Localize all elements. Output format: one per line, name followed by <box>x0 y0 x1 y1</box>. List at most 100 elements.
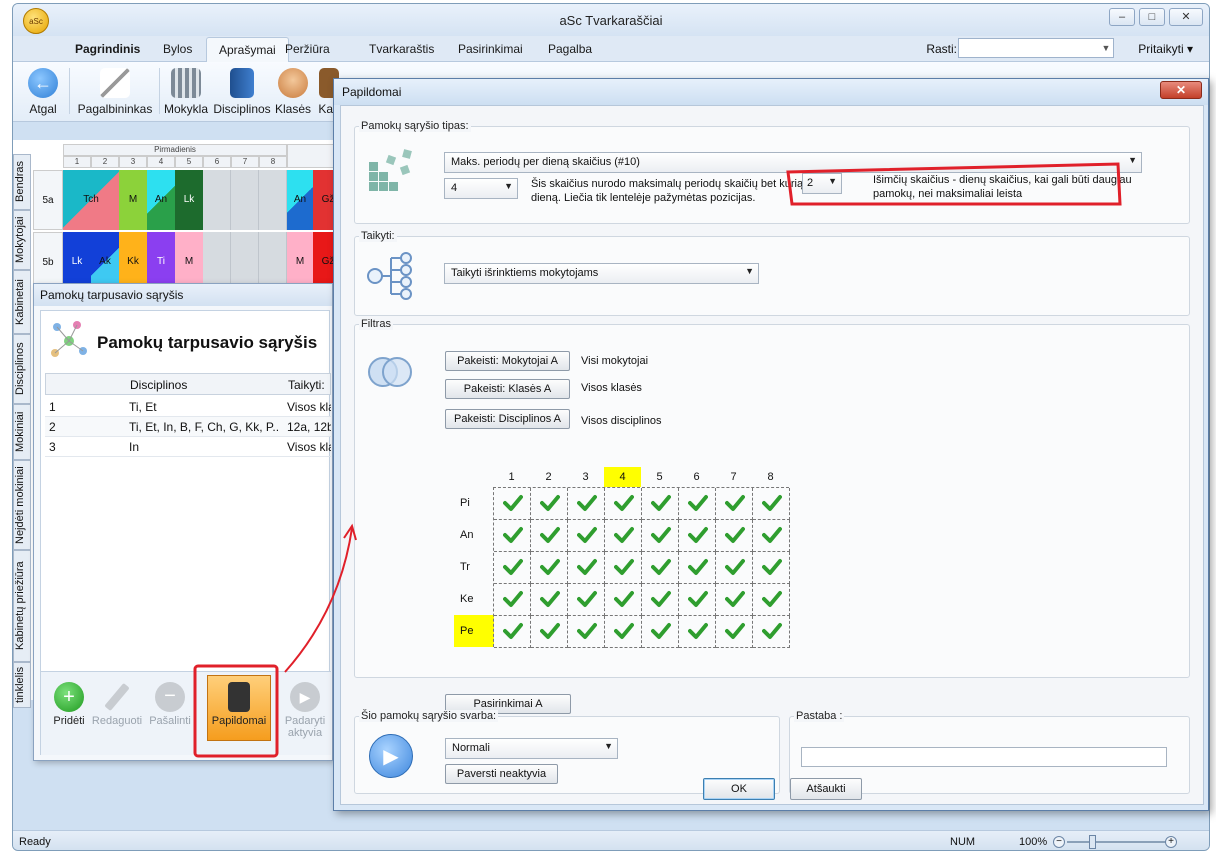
side-tab-nejdeti-mokiniai[interactable]: Nejdėti mokiniai <box>13 460 31 550</box>
grid-cell[interactable] <box>753 616 790 648</box>
add-button[interactable]: + Pridėti <box>43 682 95 727</box>
grid-period-header[interactable]: 2 <box>530 467 567 487</box>
zoom-out-button[interactable]: − <box>1053 836 1065 848</box>
column-header-taikyti[interactable]: Taikyti: <box>288 378 325 392</box>
make-inactive-button[interactable]: Paversti neaktyvia <box>445 764 558 784</box>
tab-aprasymai[interactable]: Aprašymai <box>206 37 289 62</box>
change-subjects-button[interactable]: Pakeisti: Disciplinos A <box>445 409 570 429</box>
back-button[interactable]: ← Atgal <box>25 62 61 122</box>
grid-period-header[interactable]: 5 <box>641 467 678 487</box>
apply-select[interactable]: Taikyti išrinktiems mokytojams ▼ <box>444 263 759 284</box>
grid-cell[interactable] <box>568 552 605 584</box>
side-tab-disciplinos[interactable]: Disciplinos <box>13 334 31 404</box>
grid-day-label[interactable]: Pi <box>454 487 494 519</box>
grid-cell[interactable] <box>642 616 679 648</box>
grid-cell[interactable] <box>642 520 679 552</box>
grid-cell[interactable] <box>753 488 790 520</box>
side-tab-bendras[interactable]: Bendras <box>13 154 31 210</box>
grid-cell[interactable] <box>716 616 753 648</box>
importance-select[interactable]: Normali ▼ <box>445 738 618 759</box>
grid-period-header[interactable]: 4 <box>604 467 641 487</box>
grid-day-label[interactable]: Ke <box>454 583 494 615</box>
grid-period-header[interactable]: 8 <box>752 467 789 487</box>
grid-day-label[interactable]: Pe <box>454 615 494 647</box>
side-tab-tinklelis[interactable]: tinklelis <box>13 662 31 708</box>
wizard-button[interactable]: Pagalbininkas <box>75 62 155 122</box>
grid-cell[interactable] <box>716 520 753 552</box>
grid-cell[interactable] <box>605 616 642 648</box>
grid-cell[interactable] <box>531 584 568 616</box>
lesson-card[interactable]: M <box>119 170 147 230</box>
cancel-button[interactable]: Atšaukti <box>790 778 862 800</box>
grid-cell[interactable] <box>494 552 531 584</box>
grid-period-header[interactable]: 1 <box>493 467 530 487</box>
grid-cell[interactable] <box>753 584 790 616</box>
grid-cell[interactable] <box>716 552 753 584</box>
grid-cell[interactable] <box>568 616 605 648</box>
grid-period-header[interactable]: 3 <box>567 467 604 487</box>
lesson-card[interactable]: An <box>147 170 175 230</box>
grid-cell[interactable] <box>531 520 568 552</box>
remove-button[interactable]: − Pašalinti <box>145 682 195 727</box>
ok-button[interactable]: OK <box>703 778 775 800</box>
zoom-in-button[interactable]: + <box>1165 836 1177 848</box>
side-tab-mokytojai[interactable]: Mokytojai <box>13 210 31 270</box>
note-input[interactable] <box>801 747 1167 767</box>
close-button[interactable]: ✕ <box>1169 8 1203 26</box>
grid-cell[interactable] <box>753 520 790 552</box>
grid-cell[interactable] <box>494 616 531 648</box>
activate-button[interactable]: ▶ Padaryti aktyvia <box>279 682 331 739</box>
minimize-button[interactable]: – <box>1109 8 1135 26</box>
grid-cell[interactable] <box>494 520 531 552</box>
relation-type-select[interactable]: Maks. periodų per dieną skaičius (#10) ▼ <box>444 152 1142 173</box>
column-header-disciplinos[interactable]: Disciplinos <box>130 378 187 392</box>
change-classes-button[interactable]: Pakeisti: Klasės A <box>445 379 570 399</box>
grid-cell[interactable] <box>531 552 568 584</box>
grid-cell[interactable] <box>716 584 753 616</box>
school-button[interactable]: Mokykla <box>163 62 209 122</box>
grid-cell[interactable] <box>568 520 605 552</box>
grid-cell[interactable] <box>679 520 716 552</box>
tab-pasirinkimai[interactable]: Pasirinkimai <box>458 42 523 56</box>
tab-pagrindinis[interactable]: Pagrindinis <box>75 42 140 56</box>
table-row[interactable]: 2 Ti, Et, In, B, F, Ch, G, Kk, P... 12a,… <box>45 417 331 437</box>
grid-cell[interactable] <box>494 488 531 520</box>
tab-tvarkarastis[interactable]: Tvarkaraštis <box>369 42 434 56</box>
grid-cell[interactable] <box>568 584 605 616</box>
search-input[interactable] <box>958 38 1114 58</box>
grid-cell[interactable] <box>642 552 679 584</box>
max-periods-select[interactable]: 4 ▼ <box>444 178 518 199</box>
classes-button[interactable]: Klasės <box>275 62 311 122</box>
lesson-card[interactable]: Lk <box>175 170 203 230</box>
grid-cell[interactable] <box>605 520 642 552</box>
maximize-button[interactable]: □ <box>1139 8 1165 26</box>
dialog-close-button[interactable]: ✕ <box>1160 81 1202 99</box>
grid-day-label[interactable]: Tr <box>454 551 494 583</box>
grid-cell[interactable] <box>531 616 568 648</box>
lesson-card[interactable]: Tch <box>63 170 119 230</box>
table-row[interactable]: 1 Ti, Et Visos klas <box>45 397 331 417</box>
grid-cell[interactable] <box>679 488 716 520</box>
subjects-button[interactable]: Disciplinos <box>213 62 271 122</box>
grid-cell[interactable] <box>605 488 642 520</box>
extra-button[interactable]: Papildomai <box>207 675 271 741</box>
table-row[interactable]: 3 In Visos klas <box>45 437 331 457</box>
exceptions-select[interactable]: 2 ▼ <box>802 173 842 194</box>
tab-pagalba[interactable]: Pagalba <box>548 42 592 56</box>
side-tab-kabinetu-prieziura[interactable]: Kabinetų priežiūra <box>13 550 31 662</box>
change-teachers-button[interactable]: Pakeisti: Mokytojai A <box>445 351 570 371</box>
grid-cell[interactable] <box>716 488 753 520</box>
grid-cell[interactable] <box>679 552 716 584</box>
grid-period-header[interactable]: 7 <box>715 467 752 487</box>
grid-cell[interactable] <box>679 616 716 648</box>
edit-button[interactable]: Redaguoti <box>91 682 143 727</box>
grid-cell[interactable] <box>605 584 642 616</box>
search-dropdown-icon[interactable]: ▼ <box>1099 39 1113 57</box>
grid-cell[interactable] <box>753 552 790 584</box>
zoom-slider-thumb[interactable] <box>1089 835 1096 849</box>
side-tab-kabinetai[interactable]: Kabinetai <box>13 270 31 334</box>
grid-cell[interactable] <box>642 584 679 616</box>
grid-cell[interactable] <box>605 552 642 584</box>
tab-bylos[interactable]: Bylos <box>163 42 192 56</box>
zoom-slider[interactable] <box>1067 841 1167 843</box>
